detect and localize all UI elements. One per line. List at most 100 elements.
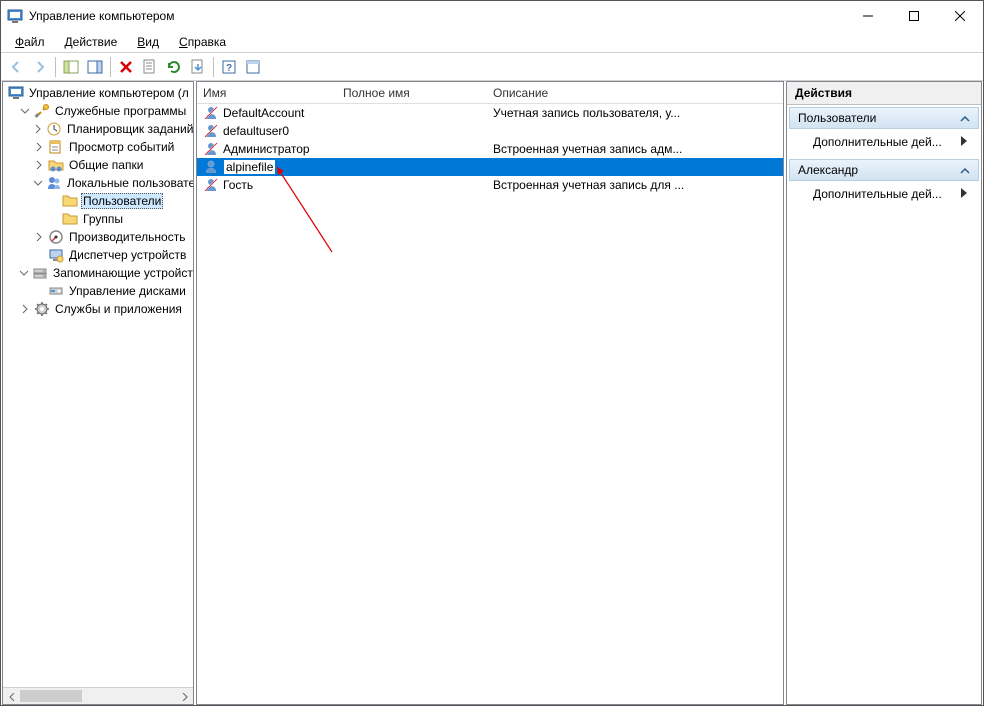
minimize-button[interactable] xyxy=(845,1,891,31)
window-title: Управление компьютером xyxy=(29,9,845,23)
rename-input[interactable]: alpinefile xyxy=(223,159,276,175)
list-row-selected[interactable]: alpinefile xyxy=(197,158,783,176)
tree-label: Служебные программы xyxy=(53,104,188,118)
list-row[interactable]: Администратор Встроенная учетная запись … xyxy=(197,140,783,158)
actions-more-users[interactable]: Дополнительные дей... xyxy=(789,131,979,153)
tree-label: Службы и приложения xyxy=(53,302,184,316)
column-description[interactable]: Описание xyxy=(487,83,783,103)
tree-root[interactable]: Управление компьютером (л xyxy=(5,84,193,102)
tree-storage[interactable]: Запоминающие устройст xyxy=(19,264,193,282)
show-hide-actions-button[interactable] xyxy=(84,56,106,78)
submenu-arrow-icon xyxy=(961,187,969,201)
expand-icon[interactable] xyxy=(33,123,43,135)
cell-description: Учетная запись пользователя, у... xyxy=(487,106,783,120)
horizontal-scrollbar[interactable] xyxy=(3,687,193,704)
actions-more-user[interactable]: Дополнительные дей... xyxy=(789,183,979,205)
maximize-button[interactable] xyxy=(891,1,937,31)
delete-button[interactable] xyxy=(115,56,137,78)
cell-name: DefaultAccount xyxy=(223,106,304,120)
collapse-icon[interactable] xyxy=(33,177,43,189)
folder-icon xyxy=(62,211,78,227)
expand-icon[interactable] xyxy=(19,303,31,315)
device-icon xyxy=(48,247,64,263)
tree-local-users[interactable]: Локальные пользовате xyxy=(33,174,193,192)
cell-description: Встроенная учетная запись адм... xyxy=(487,142,783,156)
toolbar: ? xyxy=(1,53,983,81)
tree-label: Общие папки xyxy=(67,158,145,172)
forward-button[interactable] xyxy=(29,56,51,78)
menu-help[interactable]: Справка xyxy=(169,33,236,51)
users-icon xyxy=(46,175,62,191)
disk-icon xyxy=(48,283,64,299)
tree-label: Пользователи xyxy=(81,193,163,209)
collapse-icon[interactable] xyxy=(19,267,29,279)
expand-icon[interactable] xyxy=(33,231,45,243)
back-button[interactable] xyxy=(5,56,27,78)
actions-pane: Действия Пользователи Дополнительные дей… xyxy=(786,81,982,705)
user-disabled-icon xyxy=(203,105,219,121)
svg-text:?: ? xyxy=(226,63,232,74)
scroll-right-button[interactable] xyxy=(176,688,193,705)
tree-label: Управление дисками xyxy=(67,284,188,298)
close-button[interactable] xyxy=(937,1,983,31)
user-icon xyxy=(203,159,219,175)
tree-event-viewer[interactable]: Просмотр событий xyxy=(33,138,193,156)
user-disabled-icon xyxy=(203,123,219,139)
cell-name: Гость xyxy=(223,178,253,192)
list-header: Имя Полное имя Описание xyxy=(197,82,783,104)
tree-task-scheduler[interactable]: Планировщик заданий xyxy=(33,120,193,138)
menubar: Файл Действие Вид Справка xyxy=(1,31,983,53)
list-row[interactable]: defaultuser0 xyxy=(197,122,783,140)
tree[interactable]: Управление компьютером (л Служебные прог… xyxy=(3,82,193,687)
separator xyxy=(55,57,56,77)
tree-system-tools[interactable]: Служебные программы xyxy=(19,102,193,120)
properties-button[interactable] xyxy=(139,56,161,78)
column-fullname[interactable]: Полное имя xyxy=(337,83,487,103)
export-list-button[interactable] xyxy=(187,56,209,78)
tree-shared-folders[interactable]: Общие папки xyxy=(33,156,193,174)
menu-file[interactable]: Файл xyxy=(5,33,55,51)
actions-section-users[interactable]: Пользователи xyxy=(789,107,979,129)
storage-icon xyxy=(32,265,48,281)
actions-title: Действия xyxy=(787,82,981,105)
tree-label: Запоминающие устройст xyxy=(51,266,193,280)
actions-section-user[interactable]: Александр xyxy=(789,159,979,181)
separator xyxy=(213,57,214,77)
refresh-button[interactable] xyxy=(163,56,185,78)
performance-icon xyxy=(48,229,64,245)
tree-disk-management[interactable]: Управление дисками xyxy=(33,282,193,300)
collapse-icon[interactable] xyxy=(19,105,31,117)
scroll-thumb[interactable] xyxy=(20,690,82,702)
menu-action[interactable]: Действие xyxy=(55,33,128,51)
show-hide-tree-button[interactable] xyxy=(60,56,82,78)
list-row[interactable]: DefaultAccount Учетная запись пользовате… xyxy=(197,104,783,122)
tree-label: Локальные пользовате xyxy=(65,176,193,190)
view-button[interactable] xyxy=(242,56,264,78)
tree-device-manager[interactable]: Диспетчер устройств xyxy=(33,246,193,264)
expand-icon[interactable] xyxy=(33,159,45,171)
tools-icon xyxy=(34,103,50,119)
tree-label: Просмотр событий xyxy=(67,140,176,154)
expand-icon[interactable] xyxy=(33,141,45,153)
scroll-track[interactable] xyxy=(20,688,176,704)
event-icon xyxy=(48,139,64,155)
user-disabled-icon xyxy=(203,141,219,157)
tree-performance[interactable]: Производительность xyxy=(33,228,193,246)
user-list[interactable]: DefaultAccount Учетная запись пользовате… xyxy=(197,104,783,704)
scroll-left-button[interactable] xyxy=(3,688,20,705)
help-button[interactable]: ? xyxy=(218,56,240,78)
shared-folder-icon xyxy=(48,157,64,173)
tree-label: Планировщик заданий xyxy=(65,122,193,136)
tree-users[interactable]: Пользователи xyxy=(47,192,193,210)
column-name[interactable]: Имя xyxy=(197,83,337,103)
user-disabled-icon xyxy=(203,177,219,193)
tree-services-apps[interactable]: Службы и приложения xyxy=(19,300,193,318)
cell-name: defaultuser0 xyxy=(223,124,289,138)
submenu-arrow-icon xyxy=(961,135,969,149)
window-controls xyxy=(845,1,983,31)
list-row[interactable]: Гость Встроенная учетная запись для ... xyxy=(197,176,783,194)
menu-view[interactable]: Вид xyxy=(127,33,169,51)
cell-name: Администратор xyxy=(223,142,310,156)
tree-label: Производительность xyxy=(67,230,187,244)
tree-groups[interactable]: Группы xyxy=(47,210,193,228)
